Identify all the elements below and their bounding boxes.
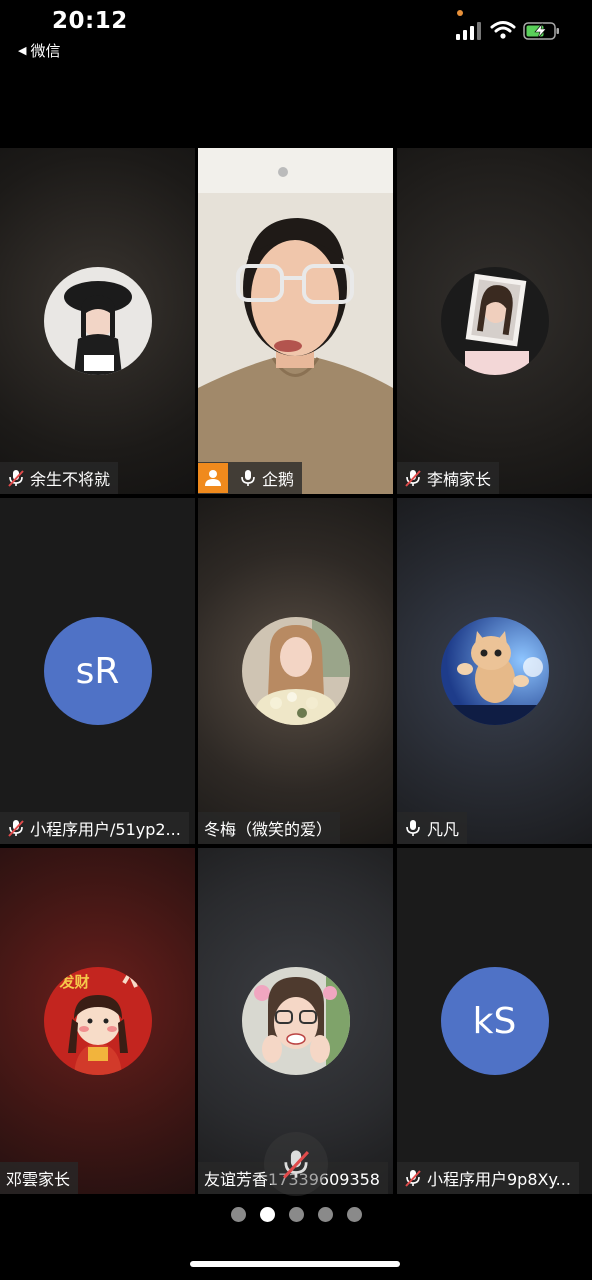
privacy-indicator-icon: [457, 10, 463, 16]
page-dot-3[interactable]: [288, 1207, 304, 1222]
participant-label: 小程序用户9p8Xy...: [397, 1162, 579, 1194]
mic-muted-icon: [8, 820, 24, 837]
participant-label: 余生不将就: [0, 462, 119, 494]
battery-charging-icon: [523, 22, 559, 40]
host-badge-icon: [198, 463, 228, 493]
page-indicator[interactable]: [0, 1207, 592, 1223]
video-grid: 余生不将就 企鹅 李楠家长 sR 小程序用户/51yp2... 冬梅（微笑的爱）…: [0, 148, 592, 1195]
participant-name: 小程序用户/51yp2...: [30, 820, 181, 839]
mic-muted-icon: [405, 1170, 421, 1187]
participant-label: 企鹅: [198, 462, 303, 494]
photo-girl-beret-icon: [43, 267, 152, 375]
avatar: 发财: [43, 967, 152, 1075]
participant-tile-3[interactable]: sR 小程序用户/51yp2...: [0, 498, 195, 844]
participant-name: 邓雲家长: [6, 1170, 71, 1189]
participant-name: 李楠家长: [427, 470, 492, 489]
avatar-caption: 发财: [59, 973, 90, 991]
photo-woman-glasses-icon: [241, 967, 350, 1075]
participant-label: 小程序用户/51yp2...: [0, 812, 189, 844]
mic-on-icon: [406, 820, 420, 836]
participant-name: 企鹅: [262, 470, 295, 489]
cellular-signal-icon: [456, 22, 481, 40]
speaker-video-feed: [198, 148, 393, 494]
home-indicator[interactable]: [190, 1261, 400, 1267]
participant-name: 冬梅（微笑的爱）: [204, 820, 333, 839]
mic-on-icon: [241, 470, 255, 486]
mic-muted-icon: [8, 470, 24, 487]
participant-label: 凡凡: [397, 812, 468, 844]
participant-name: 余生不将就: [30, 470, 111, 489]
status-time: 20:12: [52, 8, 128, 34]
participant-tile-8[interactable]: kS 小程序用户9p8Xy...: [397, 848, 592, 1194]
photo-frame-girl-icon: [440, 267, 549, 375]
avatar: [43, 267, 152, 375]
wifi-icon: [490, 21, 516, 39]
page-dot-1[interactable]: [230, 1207, 246, 1222]
participant-tile-0[interactable]: 余生不将就: [0, 148, 195, 494]
participant-name: 凡凡: [427, 820, 460, 839]
page-dot-2-active[interactable]: [259, 1207, 275, 1222]
avatar: [241, 617, 350, 725]
participant-label: 李楠家长: [397, 462, 500, 494]
back-label: 微信: [30, 42, 61, 60]
letter-avatar: kS: [440, 967, 549, 1075]
back-arrow-icon: ◀: [18, 44, 27, 57]
participant-tile-4[interactable]: 冬梅（微笑的爱）: [198, 498, 393, 844]
letter-avatar: sR: [43, 617, 152, 725]
mute-toggle-button[interactable]: [264, 1132, 328, 1196]
participant-tile-1[interactable]: 企鹅: [198, 148, 393, 494]
participant-name: 小程序用户9p8Xy...: [427, 1170, 571, 1189]
participant-label: 冬梅（微笑的爱）: [198, 812, 341, 844]
avatar: [241, 967, 350, 1075]
mic-muted-icon: [405, 470, 421, 487]
participant-tile-2[interactable]: 李楠家长: [397, 148, 592, 494]
page-dot-5[interactable]: [346, 1207, 362, 1222]
participant-tile-5[interactable]: 凡凡: [397, 498, 592, 844]
avatar: [440, 617, 549, 725]
participant-label: 邓雲家长: [0, 1162, 79, 1194]
back-to-wechat-button[interactable]: ◀ 微信: [18, 40, 60, 61]
photo-woman-flowers-icon: [241, 617, 350, 725]
avatar: [440, 267, 549, 375]
mic-muted-icon: [282, 1150, 310, 1179]
page-dot-4[interactable]: [317, 1207, 333, 1222]
status-bar: 20:12 ◀ 微信: [0, 0, 592, 70]
participant-tile-6[interactable]: 发财 邓雲家长: [0, 848, 195, 1194]
photo-kitten-icon: [440, 617, 549, 725]
